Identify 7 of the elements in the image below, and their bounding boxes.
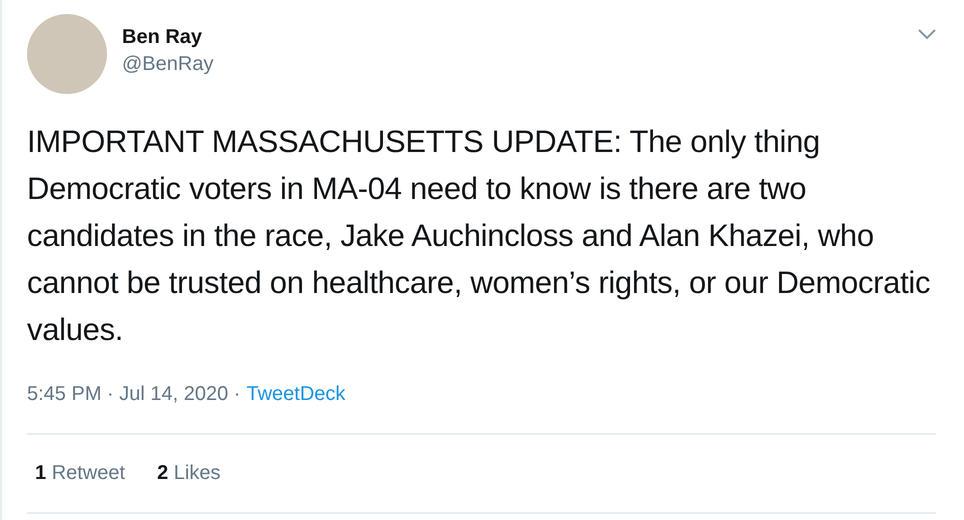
tweet-timestamp[interactable]: 5:45 PM · Jul 14, 2020 ·	[27, 383, 240, 406]
author-handle[interactable]: @BenRay	[122, 50, 214, 78]
chevron-down-icon[interactable]	[918, 28, 936, 40]
engagement-link[interactable]: 1 Retweet	[35, 462, 126, 485]
engagement-link[interactable]: 2 Likes	[157, 462, 220, 485]
author-name[interactable]: Ben Ray	[122, 24, 214, 50]
tweet-text: IMPORTANT MASSACHUSETTS UPDATE: The only thing Democratic voters in MA-04 need to know is there are two candidates in the race, Jake Auchincloss and Alan Khazei, who cannot be trusted on healthcare, women’s rights, or our Democratic values.	[27, 123, 932, 349]
